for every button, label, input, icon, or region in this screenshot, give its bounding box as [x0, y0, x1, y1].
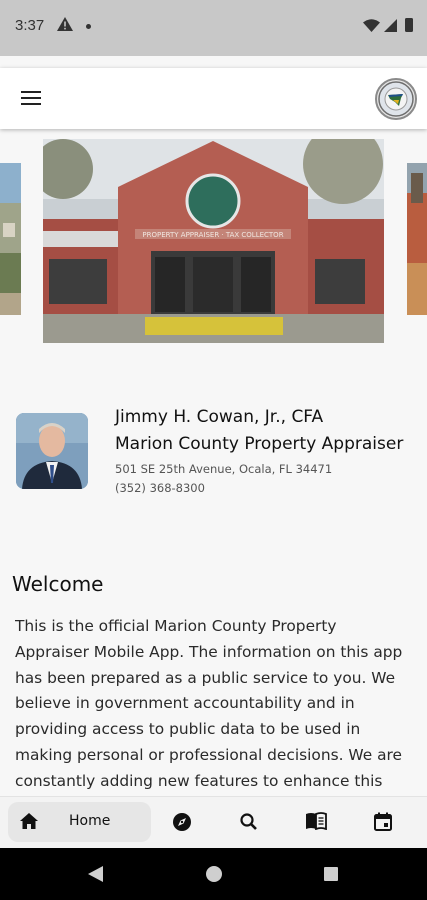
status-bar: 3:37	[0, 0, 427, 56]
compass-icon	[173, 813, 191, 831]
hamburger-menu-icon[interactable]	[21, 90, 41, 106]
book-icon	[306, 812, 327, 831]
appraiser-photo	[16, 413, 88, 489]
back-icon[interactable]	[88, 866, 103, 882]
office-phone[interactable]: (352) 368-8300	[115, 481, 205, 495]
county-seal-logo[interactable]	[375, 78, 417, 120]
welcome-heading: Welcome	[12, 572, 104, 596]
appraiser-name: Jimmy H. Cowan, Jr., CFA	[115, 407, 324, 427]
welcome-text: This is the official Marion County Prope…	[15, 617, 403, 790]
status-time: 3:37	[15, 17, 45, 34]
app-bar	[0, 68, 427, 129]
home-button-icon[interactable]	[206, 866, 222, 882]
previous-slide-photo[interactable]	[0, 163, 21, 315]
warning-icon	[57, 17, 73, 31]
nav-home[interactable]: Home	[8, 802, 151, 842]
nav-library[interactable]	[305, 812, 327, 834]
nav-home-label: Home	[69, 813, 111, 829]
appraiser-profile: Jimmy H. Cowan, Jr., CFA Marion County P…	[0, 407, 427, 500]
signal-icon	[384, 19, 397, 32]
home-icon	[20, 813, 38, 829]
wifi-icon	[363, 19, 380, 32]
notification-dot-icon	[86, 24, 91, 29]
county-seal-icon	[378, 81, 414, 117]
nav-search[interactable]	[239, 812, 261, 834]
calendar-icon	[374, 812, 392, 831]
office-address[interactable]: 501 SE 25th Avenue, Ocala, FL 34471	[115, 462, 332, 476]
nav-calendar[interactable]	[373, 812, 395, 834]
recents-icon[interactable]	[324, 867, 338, 881]
search-icon	[240, 813, 257, 830]
system-navigation-bar	[0, 848, 427, 900]
marion-county-property-appraiser-building-photo[interactable]: PROPERTY APPRAISER · TAX COLLECTOR	[43, 139, 384, 343]
appraiser-title: Marion County Property Appraiser	[115, 434, 404, 454]
battery-icon	[405, 18, 413, 32]
bottom-navigation: Home	[0, 796, 427, 848]
image-carousel[interactable]: PROPERTY APPRAISER · TAX COLLECTOR	[0, 139, 427, 343]
nav-explore[interactable]	[172, 812, 194, 834]
next-slide-photo[interactable]	[407, 163, 427, 315]
svg-text:PROPERTY APPRAISER · TAX COLLE: PROPERTY APPRAISER · TAX COLLECTOR	[142, 231, 283, 239]
